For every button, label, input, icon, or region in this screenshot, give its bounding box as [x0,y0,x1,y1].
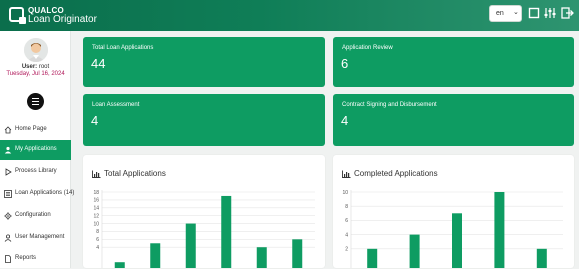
user-applications-icon [4,146,12,154]
sidebar-item-label: My Applications [15,146,57,152]
sidebar: User: root Tuesday, Jul 16, 2024 Home Pa… [0,31,74,269]
chart-header: Total Applications [92,169,166,178]
gear-icon [4,212,12,220]
chart-bar[interactable] [256,247,267,268]
chart-title: Completed Applications [354,169,438,178]
bar-chart-icon [92,170,101,178]
chart-bar[interactable] [114,262,125,268]
document-icon [5,255,11,263]
user-icon [4,234,12,242]
menu-toggle-button[interactable] [27,93,44,110]
y-tick-label: 6 [345,218,348,224]
chart-bar[interactable] [367,248,378,268]
user-label: User: [21,64,38,70]
y-tick-label: 4 [345,232,348,238]
top-bar: QUALCO Loan Originator en ⌄ [0,0,579,31]
sidebar-item-label: User Management [15,234,65,240]
card-title: Total Loan Applications [92,45,154,51]
chart-bar[interactable] [536,248,547,268]
brand-product: Loan Originator [28,14,97,25]
sliders-icon[interactable] [543,6,557,20]
card-value: 6 [341,56,349,71]
play-icon [5,168,12,176]
sidebar-item-reports[interactable]: Reports [0,249,71,269]
sidebar-item-user-management[interactable]: User Management [0,228,71,248]
chevron-down-icon: ⌄ [513,9,519,16]
chart-bar[interactable] [150,243,161,268]
sidebar-item-label: Configuration [15,212,51,218]
chart-bar[interactable] [221,195,232,268]
panel-total-applications: 18 16 14 12 10 8 6 4 Total Applications [83,155,325,268]
card-value: 4 [341,113,349,128]
y-tick-label: 6 [96,237,99,243]
card-title: Contract Signing and Disbursement [342,102,437,108]
card-title: Loan Assessment [92,102,140,108]
current-date: Tuesday, Jul 16, 2024 [6,71,65,77]
card-total-loan-applications[interactable]: Total Loan Applications 44 [83,37,325,87]
avatar[interactable] [24,38,48,62]
user-info: User: root [0,64,71,70]
sidebar-item-label: Process Library [15,168,57,174]
y-tick-label: 14 [93,206,99,212]
bar-chart-icon [342,170,351,178]
logout-icon[interactable] [560,6,574,20]
sidebar-item-label: Home Page [15,126,47,132]
card-loan-assessment[interactable]: Loan Assessment 4 [83,94,325,146]
y-tick-label: 10 [93,221,99,227]
y-tick-label: 16 [93,198,99,204]
list-icon [4,190,12,198]
card-value: 4 [91,113,99,128]
y-tick-label: 18 [93,190,99,196]
loan-applications-label: Loan Applications [15,190,63,196]
chart-title: Total Applications [104,169,166,178]
qualco-logo-icon [9,7,26,24]
sidebar-item-label: Loan Applications (14) [15,190,74,196]
sidebar-item-process-library[interactable]: Process Library [0,162,71,182]
sidebar-item-loan-applications[interactable]: Loan Applications (14) [0,184,74,204]
chart-bar[interactable] [494,192,505,268]
user-name: root [38,64,50,70]
card-title: Application Review [342,45,393,51]
card-value: 44 [91,56,106,71]
y-tick-label: 8 [96,229,99,235]
chart-bar[interactable] [452,213,462,268]
sidebar-item-label: Reports [15,255,37,261]
chart-bar[interactable] [409,234,420,268]
y-tick-label: 4 [96,245,99,251]
y-tick-label: 12 [93,213,99,219]
y-tick-label: 2 [345,247,348,253]
card-application-review[interactable]: Application Review 6 [333,37,574,87]
sidebar-item-my-applications[interactable]: My Applications [0,140,71,160]
panel-completed-applications: 10 8 6 4 2 Completed Applications [333,155,574,268]
fullscreen-icon[interactable] [527,6,541,20]
y-tick-label: 8 [345,204,348,210]
chart-bar[interactable] [292,239,303,268]
card-contract-signing[interactable]: Contract Signing and Disbursement 4 [333,94,574,146]
language-value: en [496,10,504,17]
sidebar-item-configuration[interactable]: Configuration [0,206,71,226]
loan-applications-count: (14) [63,190,75,196]
language-select[interactable]: en ⌄ [489,5,522,22]
home-icon [4,126,12,134]
y-tick-label: 10 [342,190,348,196]
sidebar-item-home[interactable]: Home Page [0,120,71,140]
chart-bar[interactable] [185,223,196,268]
chart-header: Completed Applications [342,169,438,178]
